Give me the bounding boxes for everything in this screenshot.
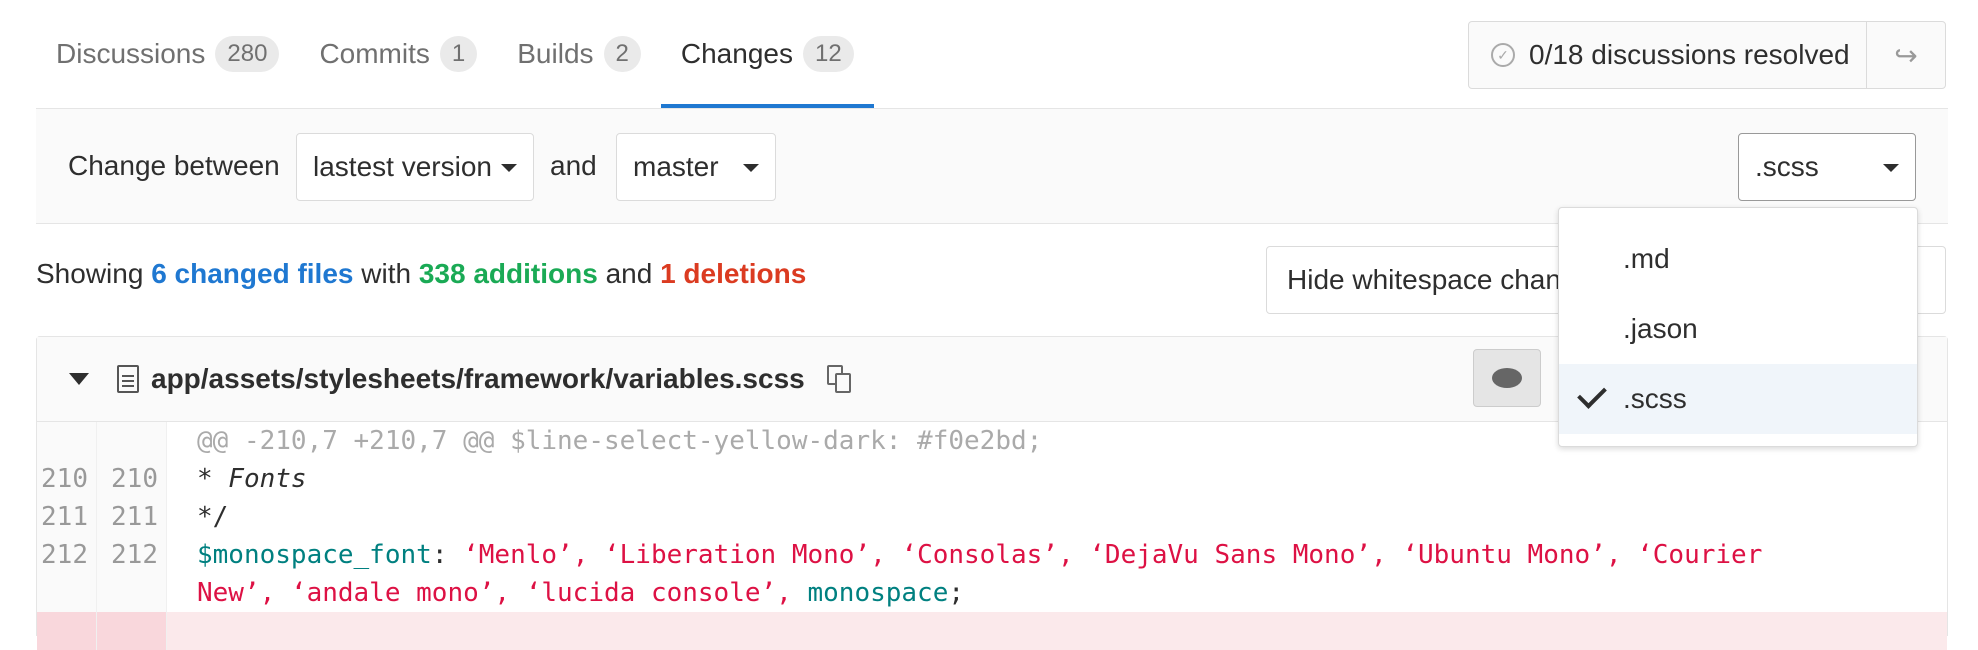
- checkmark-icon: [1577, 379, 1607, 409]
- version-dropdown[interactable]: lastest version: [296, 133, 534, 201]
- diff-summary: Showing 6 changed files with 338 additio…: [36, 258, 806, 290]
- filter-option-label: .jason: [1623, 313, 1698, 344]
- tab-commits[interactable]: Commits 1: [299, 0, 497, 108]
- file-text-icon: [117, 365, 139, 393]
- summary-showing-text: Showing: [36, 258, 144, 289]
- diff-line-continuation: New’, ‘andale mono’, ‘lucida console’, m…: [37, 574, 1947, 612]
- tab-builds[interactable]: Builds 2: [497, 0, 661, 108]
- line-text: [167, 612, 197, 650]
- discussions-resolved-widget: ✓ 0/18 discussions resolved ↪: [1468, 21, 1946, 89]
- discussions-resolved-status: ✓ 0/18 discussions resolved: [1469, 22, 1866, 88]
- tab-count-badge: 280: [215, 36, 280, 72]
- summary-and-text: and: [605, 258, 653, 289]
- tab-label: Commits: [319, 38, 430, 69]
- tab-count-badge: 2: [603, 36, 641, 72]
- caret-down-icon: [501, 164, 517, 172]
- file-path: app/assets/stylesheets/framework/variabl…: [151, 363, 805, 394]
- new-line-number[interactable]: 211: [97, 498, 167, 536]
- file-type-filter-dropdown[interactable]: .scss: [1738, 133, 1916, 201]
- code-punct: ;: [948, 578, 965, 608]
- tab-count-badge: 1: [439, 36, 478, 72]
- copy-clipboard-icon[interactable]: [826, 365, 851, 393]
- line-text: * Fonts: [197, 464, 307, 494]
- additions-count: 338 additions: [418, 258, 598, 289]
- caret-down-icon: [743, 164, 759, 172]
- old-line-number[interactable]: [37, 612, 97, 650]
- caret-down-icon: [1883, 164, 1899, 172]
- version-dropdown-value: lastest version: [313, 151, 492, 182]
- target-branch-value: master: [633, 151, 719, 182]
- code-punct: :: [431, 540, 464, 570]
- merge-request-tabs: Discussions 280 Commits 1 Builds 2 Chang…: [36, 0, 874, 108]
- new-line-number[interactable]: 212: [97, 536, 167, 574]
- diff-line: 210 210 * Fonts: [37, 460, 1947, 498]
- line-text: */: [197, 502, 229, 532]
- file-type-filter-value: .scss: [1755, 151, 1819, 182]
- tab-changes[interactable]: Changes 12: [660, 0, 874, 108]
- jump-to-discussion-button[interactable]: ↪: [1866, 22, 1945, 88]
- code-strings: New’, ‘andale mono’, ‘lucida console’,: [197, 578, 808, 608]
- deletions-count: 1 deletions: [660, 258, 807, 289]
- tab-label: Changes: [680, 38, 793, 69]
- target-branch-dropdown[interactable]: master: [616, 133, 776, 201]
- diff-line: 212 212 $monospace_font: ‘Menlo’, ‘Liber…: [37, 536, 1947, 574]
- old-line-number[interactable]: 210: [37, 460, 97, 498]
- old-line-number[interactable]: 211: [37, 498, 97, 536]
- tab-discussions[interactable]: Discussions 280: [36, 0, 299, 108]
- summary-with-text: with: [361, 258, 412, 289]
- filter-option-label: .md: [1623, 243, 1670, 274]
- diff-line: 211 211 */: [37, 498, 1947, 536]
- line-text: New’, ‘andale mono’, ‘lucida console’, m…: [167, 574, 964, 612]
- hunk-text: @@ -210,7 +210,7 @@ $line-select-yellow-…: [197, 426, 1043, 456]
- toggle-comments-button[interactable]: [1473, 349, 1541, 407]
- check-circle-icon: ✓: [1491, 43, 1515, 67]
- reply-arrow-icon: ↪: [1894, 39, 1918, 71]
- filter-option-scss[interactable]: .scss: [1559, 364, 1917, 434]
- new-line-number[interactable]: [97, 612, 167, 650]
- discussions-resolved-text: 0/18 discussions resolved: [1529, 39, 1850, 70]
- filter-option-label: .scss: [1623, 383, 1687, 414]
- code-keyword: monospace: [807, 578, 949, 608]
- collapse-toggle-icon[interactable]: [69, 373, 89, 385]
- tab-label: Builds: [517, 38, 594, 69]
- new-line-number[interactable]: 210: [97, 460, 167, 498]
- tab-count-badge: 12: [802, 36, 854, 72]
- comment-bubble-icon: [1492, 368, 1522, 388]
- diff-code: @@ -210,7 +210,7 @@ $line-select-yellow-…: [37, 422, 1947, 650]
- old-line-number[interactable]: 212: [37, 536, 97, 574]
- code-strings: ‘Menlo’, ‘Liberation Mono’, ‘Consolas’, …: [463, 540, 1763, 570]
- tab-label: Discussions: [56, 38, 206, 69]
- filter-option-md[interactable]: .md: [1559, 224, 1917, 294]
- and-label: and: [550, 150, 597, 181]
- changed-files-link[interactable]: 6 changed files: [151, 258, 353, 289]
- line-text: $monospace_font: ‘Menlo’, ‘Liberation Mo…: [167, 536, 1762, 574]
- scss-variable: $monospace_font: [197, 540, 432, 570]
- file-type-filter-menu: .md .jason .scss: [1558, 207, 1918, 447]
- diff-line-removed: [37, 612, 1947, 650]
- filter-option-jason[interactable]: .jason: [1559, 294, 1917, 364]
- change-between-label: Change between: [68, 150, 280, 181]
